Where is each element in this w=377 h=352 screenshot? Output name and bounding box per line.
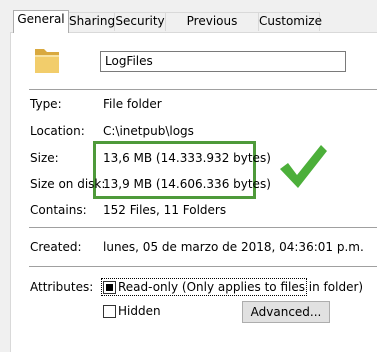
folder-name-field[interactable]: LogFiles — [100, 51, 346, 72]
indeterminate-mark — [106, 284, 113, 291]
attributes-label: Attributes: — [30, 280, 94, 294]
folder-icon — [35, 49, 59, 73]
hidden-checkbox[interactable] — [103, 305, 116, 318]
tab-previous-versions[interactable]: Previous Versions — [165, 12, 259, 45]
tab-general[interactable]: General — [13, 10, 69, 33]
advanced-button-label: Advanced... — [250, 305, 322, 319]
type-label: Type: — [30, 97, 62, 111]
type-value: File folder — [103, 97, 162, 111]
tab-sharing-label: Sharing — [69, 14, 116, 28]
separator — [29, 89, 377, 90]
readonly-label[interactable]: Read-only (Only applies to files in fold… — [118, 280, 363, 294]
size-on-disk-value: 13,9 MB (14.606.336 bytes) — [103, 177, 271, 191]
advanced-button[interactable]: Advanced... — [242, 301, 330, 323]
checkmark-icon — [280, 145, 327, 188]
created-label: Created: — [30, 240, 82, 254]
tab-security-label: Security — [115, 14, 165, 28]
size-value: 13,6 MB (14.333.932 bytes) — [103, 151, 271, 165]
size-label: Size: — [30, 151, 59, 165]
contains-value: 152 Files, 11 Folders — [103, 203, 227, 217]
folder-name-value: LogFiles — [105, 54, 153, 68]
contains-label: Contains: — [30, 203, 87, 217]
readonly-checkbox[interactable] — [103, 281, 116, 294]
location-value: C:\inetpub\logs — [103, 124, 194, 138]
tab-customize-label: Customize — [259, 14, 322, 28]
separator — [29, 266, 377, 267]
hidden-label[interactable]: Hidden — [118, 304, 161, 318]
size-on-disk-label: Size on disk: — [30, 177, 106, 191]
tab-general-label: General — [17, 12, 65, 26]
tab-security[interactable]: Security — [114, 12, 166, 31]
tab-customize[interactable]: Customize — [258, 12, 322, 31]
separator — [29, 227, 377, 228]
tab-sharing[interactable]: Sharing — [68, 12, 115, 31]
location-label: Location: — [30, 124, 85, 138]
tab-strip: General Sharing Security Previous Versio… — [0, 0, 377, 45]
created-value: lunes, 05 de marzo de 2018, 04:36:01 p.m… — [103, 240, 364, 254]
